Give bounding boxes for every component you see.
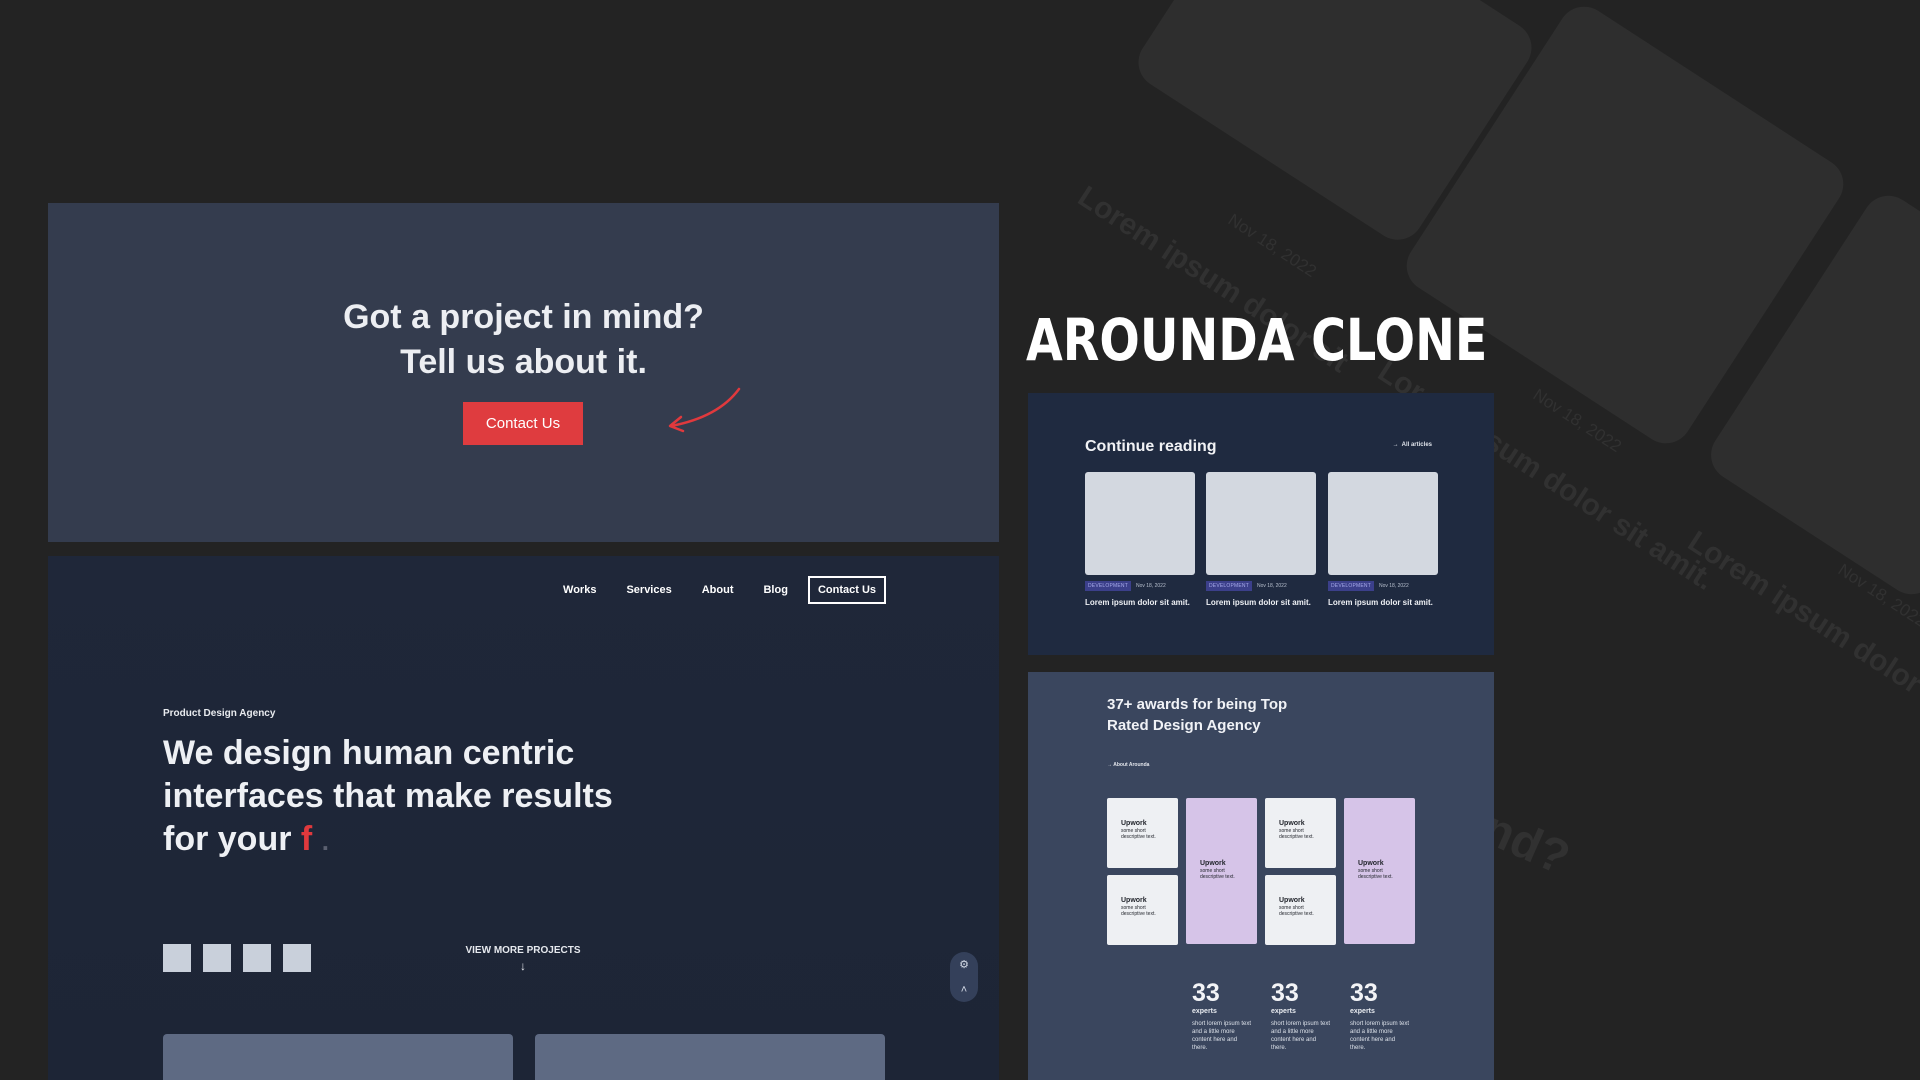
background-date: Nov 18, 2022: [1834, 560, 1920, 632]
award-name: Upwork: [1121, 820, 1147, 827]
all-articles-link[interactable]: → All articles: [1393, 442, 1432, 448]
award-card: Upwork some short descriptive text.: [1265, 798, 1336, 868]
all-articles-label: All articles: [1401, 442, 1432, 448]
stat-text: short lorem ipsum text and a little more…: [1350, 1021, 1410, 1051]
nav-works[interactable]: Works: [563, 584, 596, 596]
background-text: Lorem ipsum dolor sit a: [1682, 525, 1920, 738]
award-desc: some short descriptive text.: [1200, 868, 1235, 880]
article-card[interactable]: DEVELOPMENT Nov 18, 2022 Lorem ipsum dol…: [1328, 472, 1438, 607]
arrow-right-icon: →: [1107, 762, 1112, 768]
stat-label: experts: [1350, 1008, 1375, 1015]
client-logos: [163, 944, 311, 972]
article-date: Nov 18, 2022: [1379, 583, 1409, 589]
hero-title: We design human centric interfaces that …: [163, 732, 683, 863]
stat-block: 33 experts short lorem ipsum text and a …: [1271, 980, 1341, 1052]
hero-title-line: for your: [163, 820, 301, 858]
about-link-label: About Arounda: [1113, 762, 1150, 768]
award-desc: some short descriptive text.: [1358, 868, 1393, 880]
article-headline: Lorem ipsum dolor sit amit.: [1085, 598, 1190, 607]
awards-title: 37+ awards for being Top Rated Design Ag…: [1107, 696, 1288, 734]
stat-block: 33 experts short lorem ipsum text and a …: [1350, 980, 1420, 1052]
project-card[interactable]: [535, 1034, 885, 1080]
article-card[interactable]: DEVELOPMENT Nov 18, 2022 Lorem ipsum dol…: [1085, 472, 1195, 607]
background-card: [1396, 0, 1854, 454]
cta-section: Got a project in mind? Tell us about it.…: [48, 203, 999, 542]
award-desc: some short descriptive text.: [1279, 828, 1314, 840]
article-headline: Lorem ipsum dolor sit amit.: [1328, 598, 1433, 607]
page-title: AROUNDA CLONE: [1026, 306, 1488, 374]
stat-label: experts: [1192, 1008, 1217, 1015]
floating-widget[interactable]: ⚙ ˄: [950, 952, 978, 1002]
article-thumbnail: [1328, 472, 1438, 575]
background-card: [1701, 185, 1920, 605]
client-logo: [163, 944, 191, 972]
contact-us-button[interactable]: Contact Us: [463, 402, 583, 445]
article-meta: DEVELOPMENT Nov 18, 2022: [1206, 581, 1316, 591]
article-meta: DEVELOPMENT Nov 18, 2022: [1328, 581, 1438, 591]
article-date: Nov 18, 2022: [1257, 583, 1287, 589]
arrow-right-icon: →: [1392, 442, 1399, 448]
award-name: Upwork: [1279, 897, 1305, 904]
section-title: Continue reading: [1085, 438, 1217, 455]
award-desc: some short descriptive text.: [1121, 905, 1156, 917]
background-date: Nov 18, 2022: [1529, 385, 1625, 457]
article-date: Nov 18, 2022: [1136, 583, 1166, 589]
award-name: Upwork: [1121, 897, 1147, 904]
stat-text: short lorem ipsum text and a little more…: [1192, 1021, 1252, 1051]
nav-services[interactable]: Services: [626, 584, 671, 596]
award-name: Upwork: [1358, 860, 1384, 867]
nav-about[interactable]: About: [702, 584, 734, 596]
hero-title-highlight: f: [300, 820, 313, 858]
hero-title-line: We design human centric: [163, 734, 575, 772]
award-card: Upwork some short descriptive text.: [1107, 875, 1178, 945]
award-desc: some short descriptive text.: [1121, 828, 1156, 840]
hero-title-dot: .: [321, 826, 329, 856]
article-tag: DEVELOPMENT: [1206, 581, 1252, 591]
award-desc: some short descriptive text.: [1279, 905, 1314, 917]
arrow-down-icon: ↓: [520, 959, 526, 973]
chevron-up-icon[interactable]: ˄: [961, 984, 967, 996]
article-card[interactable]: DEVELOPMENT Nov 18, 2022 Lorem ipsum dol…: [1206, 472, 1316, 607]
curved-arrow-icon: [668, 387, 741, 433]
award-name: Upwork: [1200, 860, 1226, 867]
article-tag: DEVELOPMENT: [1085, 581, 1131, 591]
stat-label: experts: [1271, 1008, 1296, 1015]
article-thumbnail: [1085, 472, 1195, 575]
client-logo: [283, 944, 311, 972]
client-logo: [243, 944, 271, 972]
about-arounda-link[interactable]: → About Arounda: [1107, 762, 1149, 768]
stat-number: 33: [1192, 979, 1220, 1007]
cta-heading: Got a project in mind? Tell us about it.: [48, 295, 999, 385]
article-tag: DEVELOPMENT: [1328, 581, 1374, 591]
hero-section: Works Services About Blog Contact Us Pro…: [48, 556, 999, 1080]
project-card[interactable]: [163, 1034, 513, 1080]
client-logo: [203, 944, 231, 972]
article-thumbnail: [1206, 472, 1316, 575]
award-card: Upwork some short descriptive text.: [1186, 798, 1257, 944]
background-date: Nov 18, 2022: [1224, 210, 1320, 282]
award-card: Upwork some short descriptive text.: [1344, 798, 1415, 944]
nav-contact-button[interactable]: Contact Us: [807, 576, 886, 604]
continue-reading-section: Continue reading → All articles DEVELOPME…: [1028, 393, 1494, 655]
cta-heading-line: Got a project in mind?: [343, 298, 704, 336]
view-more-projects-link[interactable]: VIEW MORE PROJECTS ↓: [458, 945, 588, 973]
hero-eyebrow: Product Design Agency: [163, 708, 276, 719]
cta-heading-line: Tell us about it.: [400, 343, 647, 381]
stat-block: 33 experts short lorem ipsum text and a …: [1192, 980, 1262, 1052]
article-headline: Lorem ipsum dolor sit amit.: [1206, 598, 1311, 607]
awards-section: 37+ awards for being Top Rated Design Ag…: [1028, 672, 1494, 1080]
stat-text: short lorem ipsum text and a little more…: [1271, 1021, 1331, 1051]
gear-icon[interactable]: ⚙: [959, 958, 969, 971]
award-name: Upwork: [1279, 820, 1305, 827]
background-card: [1128, 0, 1542, 250]
award-card: Upwork some short descriptive text.: [1265, 875, 1336, 945]
award-card: Upwork some short descriptive text.: [1107, 798, 1178, 868]
top-nav: Works Services About Blog Contact Us: [533, 576, 886, 604]
article-meta: DEVELOPMENT Nov 18, 2022: [1085, 581, 1195, 591]
nav-blog[interactable]: Blog: [763, 584, 787, 596]
stat-number: 33: [1350, 979, 1378, 1007]
view-more-label: VIEW MORE PROJECTS: [465, 945, 581, 956]
stat-number: 33: [1271, 979, 1299, 1007]
hero-title-line: interfaces that make results: [163, 777, 613, 815]
